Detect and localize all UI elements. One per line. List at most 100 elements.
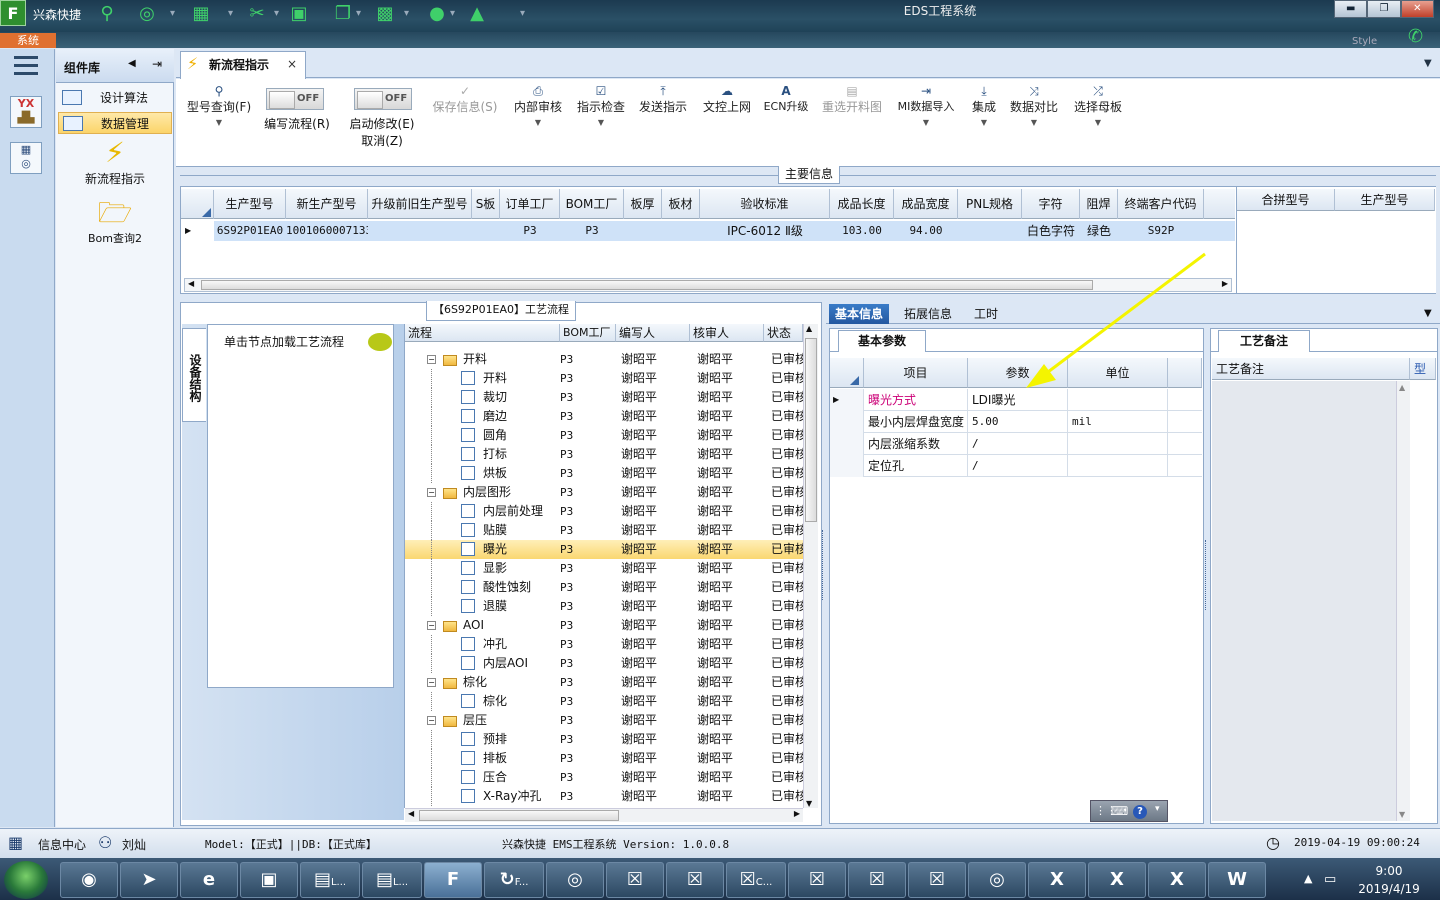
collapse-icon[interactable]: − xyxy=(427,678,436,687)
tree-row[interactable]: 显影 P3 谢昭平 谢昭平 已审核 xyxy=(405,559,803,578)
data-compare-button[interactable]: ⤨ 数据对比 ▼ xyxy=(1006,84,1062,130)
param-column-header[interactable]: 单位 xyxy=(1068,358,1168,388)
collapse-icon[interactable]: − xyxy=(427,621,436,630)
param-value-cell[interactable]: / xyxy=(968,433,1068,455)
info-center-label[interactable]: 信息中心 xyxy=(38,836,86,853)
vertical-splitter[interactable] xyxy=(1205,540,1209,610)
tree-column-header[interactable]: 编写人 xyxy=(616,324,690,342)
main-info-column-header[interactable]: 字符 xyxy=(1022,189,1080,219)
right-tab-dropdown-icon[interactable]: ▼ xyxy=(1424,308,1432,319)
remark-column-header[interactable]: 型 xyxy=(1410,358,1436,380)
send-instruction-button[interactable]: ⤒ 发送指示 xyxy=(636,84,690,116)
tree-row[interactable]: 曝光 P3 谢昭平 谢昭平 已审核 xyxy=(405,540,803,559)
user-icon[interactable]: ● xyxy=(424,2,450,26)
chart-icon[interactable]: ▲ xyxy=(464,2,490,26)
tree-row[interactable]: 打标 P3 谢昭平 谢昭平 已审核 xyxy=(405,445,803,464)
write-process-toggle[interactable]: OFF xyxy=(266,88,324,110)
phone-icon[interactable]: ✆ xyxy=(1408,26,1423,47)
save-info-button[interactable]: ✓ 保存信息(S) xyxy=(430,84,500,116)
taskbar-button[interactable]: ◉ xyxy=(60,862,118,898)
calendar-icon[interactable]: ▦ ◎ xyxy=(10,142,42,174)
scroll-down-icon[interactable]: ▼ xyxy=(1399,810,1405,819)
taskbar-button[interactable]: X xyxy=(1148,862,1206,898)
horizontal-splitter[interactable] xyxy=(176,295,1440,301)
restore-button[interactable]: ❐ xyxy=(1367,0,1401,18)
tree-row[interactable]: 贴膜 P3 谢昭平 谢昭平 已审核 xyxy=(405,521,803,540)
internal-review-button[interactable]: ⎙ 内部审核 ▼ xyxy=(510,84,566,130)
table-cell[interactable]: IPC-6012 Ⅱ级 xyxy=(700,221,830,241)
start-modify-toggle[interactable]: OFF xyxy=(354,88,412,110)
doc-control-online-button[interactable]: ☁ 文控上网 xyxy=(698,84,756,116)
tree-row[interactable]: 烘板 P3 谢昭平 谢昭平 已审核 xyxy=(405,464,803,483)
vertical-splitter[interactable] xyxy=(822,530,826,600)
help-icon[interactable]: ? xyxy=(1133,805,1147,819)
taskbar-clock[interactable]: 9:00 2019/4/19 xyxy=(1348,862,1430,898)
tree-row[interactable]: X-Ray冲孔 P3 谢昭平 谢昭平 已审核 xyxy=(405,787,803,806)
taskbar-button[interactable]: ▤L... xyxy=(362,862,422,898)
table-cell[interactable]: 10010600071339 xyxy=(286,221,368,241)
tree-column-header[interactable]: 流程 xyxy=(405,324,560,342)
tree-row[interactable]: 预排 P3 谢昭平 谢昭平 已审核 xyxy=(405,730,803,749)
main-info-column-header[interactable]: S板 xyxy=(472,189,500,219)
param-row[interactable]: ▶ 曝光方式 LDI曝光 xyxy=(830,389,1202,411)
tab-work-hours[interactable]: 工时 xyxy=(968,304,1004,324)
tree-column-header[interactable]: 核审人 xyxy=(690,324,764,342)
taskbar-button[interactable]: ▤L... xyxy=(300,862,360,898)
tree-row[interactable]: 排板 P3 谢昭平 谢昭平 已审核 xyxy=(405,749,803,768)
model-query-button[interactable]: ⚲ 型号查询(F) ▼ xyxy=(184,84,254,130)
tray-expand-icon[interactable]: ▲ xyxy=(1304,872,1312,885)
close-button[interactable]: ✕ xyxy=(1400,0,1434,18)
taskbar-button[interactable]: ☒ xyxy=(666,862,724,898)
main-info-column-header[interactable]: PNL规格 xyxy=(958,189,1022,219)
table-cell[interactable]: S92P xyxy=(1118,221,1204,241)
table-cell[interactable]: 94.00 xyxy=(894,221,958,241)
main-info-column-header[interactable]: 终端客户代码 xyxy=(1118,189,1204,219)
table-cell[interactable]: 6S92P01EA0 xyxy=(214,221,286,241)
param-value-cell[interactable]: 5.00 xyxy=(968,411,1068,433)
scroll-up-icon[interactable]: ▲ xyxy=(1399,383,1405,392)
factory-icon[interactable]: YX ▟▙ xyxy=(10,96,42,128)
param-column-header[interactable]: 项目 xyxy=(864,358,968,388)
main-info-column-header[interactable]: 验收标准 xyxy=(700,189,830,219)
app-logo-icon[interactable]: F xyxy=(0,0,26,26)
table-cell[interactable]: 103.00 xyxy=(830,221,894,241)
tree-column-header[interactable]: BOM工厂 xyxy=(560,324,616,342)
reselect-cutting-map-button[interactable]: ▤ 重选开料图 xyxy=(818,84,886,116)
tree-row[interactable]: 裁切 P3 谢昭平 谢昭平 已审核 xyxy=(405,388,803,407)
taskbar-button[interactable]: F xyxy=(424,862,482,898)
scroll-up-icon[interactable]: ▲ xyxy=(806,324,812,333)
param-row[interactable]: 内层涨缩系数 / xyxy=(830,433,1202,455)
scroll-thumb[interactable] xyxy=(201,280,1093,290)
taskbar-button[interactable]: X xyxy=(1088,862,1146,898)
component-item-data-management[interactable]: 数据管理 xyxy=(58,112,172,134)
main-info-column-header[interactable]: 阻焊 xyxy=(1080,189,1118,219)
bom-query-item[interactable]: 🗁 Bom查询2 xyxy=(58,196,172,246)
keyboard-icon[interactable]: ⌨ xyxy=(1111,804,1128,818)
main-info-column-header[interactable]: 升级前旧生产型号 xyxy=(368,189,472,219)
tree-column-header[interactable]: 状态 xyxy=(764,324,803,342)
tree-row[interactable]: − 内层图形 P3 谢昭平 谢昭平 已审核 xyxy=(405,483,803,502)
taskbar-button[interactable]: ↻F... xyxy=(484,862,544,898)
tab-dropdown-icon[interactable]: ▼ xyxy=(1424,58,1432,69)
table-cell[interactable]: 白色字符 xyxy=(1022,221,1080,241)
network-icon[interactable]: ▭ xyxy=(1324,872,1336,887)
collapse-left-icon[interactable]: ◀ xyxy=(128,58,136,69)
menu-icon[interactable] xyxy=(14,56,38,76)
start-button[interactable] xyxy=(4,861,48,899)
scroll-thumb[interactable] xyxy=(805,338,817,522)
scroll-left-icon[interactable]: ◀ xyxy=(188,279,194,288)
table-cell[interactable]: P3 xyxy=(500,221,560,241)
table-cell[interactable]: P3 xyxy=(560,221,624,241)
main-info-hscrollbar[interactable]: ◀ ▶ xyxy=(184,278,1232,292)
taskbar-button[interactable]: ◎ xyxy=(968,862,1026,898)
remark-vscrollbar[interactable]: ▲ ▼ xyxy=(1396,381,1410,821)
main-info-column-header[interactable]: 成品宽度 xyxy=(894,189,958,219)
tree-hscrollbar[interactable]: ◀ ▶ xyxy=(405,808,803,822)
tree-vscrollbar[interactable]: ▲ ▼ xyxy=(803,324,818,808)
tree-row[interactable]: − AOI P3 谢昭平 谢昭平 已审核 xyxy=(405,616,803,635)
scroll-left-icon[interactable]: ◀ xyxy=(408,809,414,818)
grid-icon[interactable]: ▦ xyxy=(188,2,214,26)
tree-row[interactable]: 内层AOI P3 谢昭平 谢昭平 已审核 xyxy=(405,654,803,673)
tree-row[interactable]: 压合 P3 谢昭平 谢昭平 已审核 xyxy=(405,768,803,787)
scroll-down-icon[interactable]: ▼ xyxy=(806,799,812,808)
